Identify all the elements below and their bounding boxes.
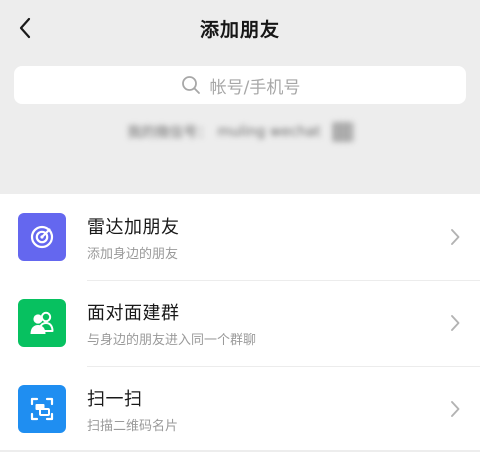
chevron-left-icon [19,17,31,39]
search-input[interactable]: 帐号/手机号 [14,66,466,104]
chevron-right-icon [451,315,460,331]
radar-add-friend-item[interactable]: 雷达加朋友 添加身边的朋友 [0,194,480,280]
add-friend-options: 雷达加朋友 添加身边的朋友 面对面建群 与身边的朋友进入同一个群聊 扫一扫 扫描… [0,194,480,450]
scan-item[interactable]: 扫一扫 扫描二维码名片 [0,366,480,452]
my-account-label: 我的微信号： [127,125,212,141]
qr-code-icon[interactable] [332,122,353,142]
chevron-right-icon [451,229,460,245]
chevron-right-icon [451,401,460,417]
item-subtitle: 与身边的朋友进入同一个群聊 [87,333,257,348]
my-account-id[interactable]: 我的微信号： muling wechat [0,118,480,146]
item-subtitle: 扫描二维码名片 [87,419,179,434]
radar-icon [18,213,66,261]
item-subtitle: 添加身边的朋友 [87,247,179,262]
item-title: 雷达加朋友 [87,217,180,238]
search-placeholder: 帐号/手机号 [209,77,301,98]
face-to-face-group-item[interactable]: 面对面建群 与身边的朋友进入同一个群聊 [0,280,480,366]
item-title: 面对面建群 [87,303,180,324]
scan-icon [18,385,66,433]
search-icon [180,74,202,96]
back-button[interactable] [10,10,40,46]
page-title: 添加朋友 [199,18,280,41]
header: 添加朋友 [0,0,480,56]
my-account-value: muling wechat [217,124,321,140]
group-icon [18,299,66,347]
item-title: 扫一扫 [87,389,143,410]
